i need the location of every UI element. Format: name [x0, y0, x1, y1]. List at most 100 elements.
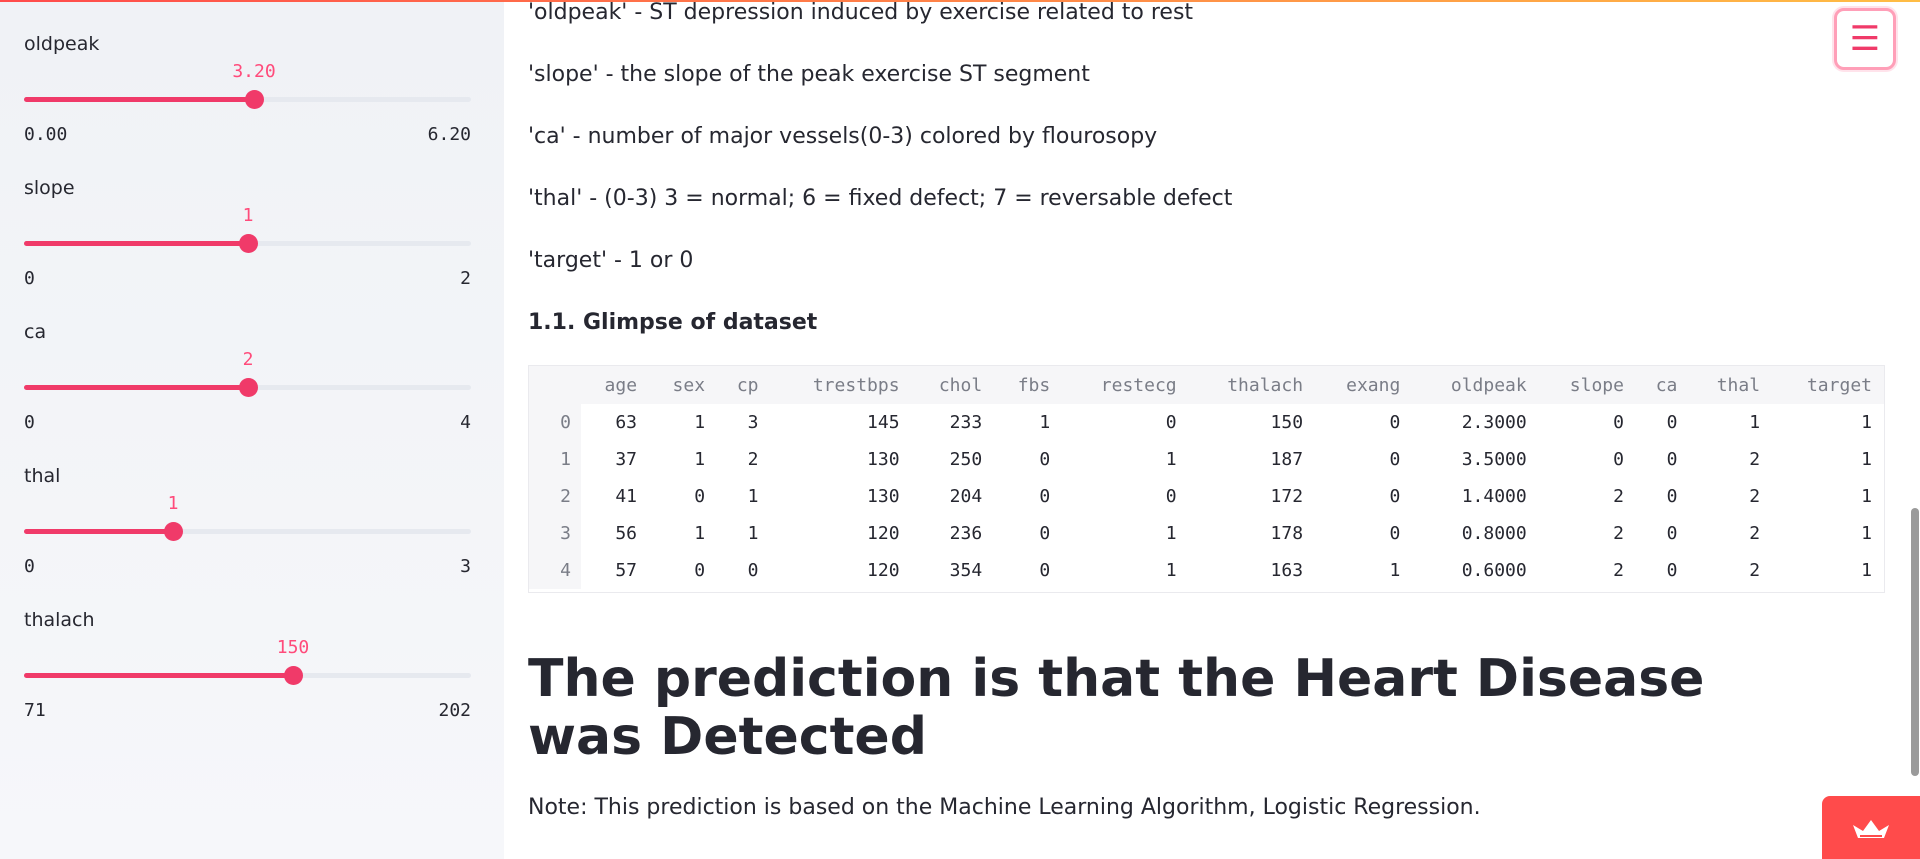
table-cell[interactable]: 0 — [1539, 404, 1636, 441]
column-header[interactable]: ca — [1635, 366, 1690, 404]
table-cell[interactable]: 178 — [1189, 515, 1315, 552]
table-cell[interactable]: 2 — [1689, 515, 1772, 552]
column-header[interactable]: cp — [717, 366, 771, 404]
table-cell[interactable]: 1 — [1315, 552, 1412, 589]
table-cell[interactable]: 130 — [771, 478, 912, 515]
column-header[interactable]: thal — [1689, 366, 1773, 404]
table-cell[interactable]: 0 — [994, 515, 1062, 552]
table-cell[interactable]: 0 — [994, 478, 1062, 515]
slider-thumb[interactable] — [164, 522, 183, 541]
table-cell[interactable]: 145 — [771, 404, 912, 441]
table-cell[interactable]: 163 — [1189, 552, 1315, 589]
column-header[interactable]: chol — [911, 366, 995, 404]
column-header[interactable]: slope — [1538, 366, 1636, 404]
table-cell[interactable]: 0 — [994, 552, 1062, 589]
table-cell[interactable]: 0.6000 — [1412, 552, 1538, 589]
table-cell[interactable]: 2 — [717, 441, 770, 478]
table-cell[interactable]: 0 — [1315, 515, 1412, 552]
table-cell[interactable]: 3 — [717, 404, 770, 441]
table-cell[interactable]: 0 — [1062, 404, 1188, 441]
table-cell[interactable]: 1 — [1062, 552, 1188, 589]
dataset-table[interactable]: age sex cp trestbps chol fbs restecg tha… — [528, 365, 1885, 593]
column-header[interactable]: sex — [649, 366, 718, 404]
table-cell[interactable]: 2 — [1539, 478, 1636, 515]
slider-thalach[interactable]: thalach 150 71 202 — [24, 609, 471, 739]
table-cell[interactable]: 250 — [912, 441, 995, 478]
column-header[interactable]: target — [1772, 366, 1884, 404]
table-cell[interactable]: 0 — [1636, 441, 1689, 478]
streamlit-badge[interactable] — [1822, 796, 1920, 859]
table-cell[interactable]: 187 — [1189, 441, 1315, 478]
table-cell[interactable]: 2 — [1689, 478, 1772, 515]
slider-track[interactable] — [24, 90, 471, 109]
table-cell[interactable]: 1 — [649, 404, 717, 441]
table-cell[interactable]: 56 — [581, 515, 649, 552]
table-cell[interactable]: 1.4000 — [1412, 478, 1538, 515]
slider-oldpeak[interactable]: oldpeak 3.20 0.00 6.20 — [24, 33, 471, 163]
table-cell[interactable]: 0 — [717, 552, 770, 589]
table-cell[interactable]: 120 — [771, 515, 912, 552]
table-cell[interactable]: 1 — [1772, 441, 1884, 478]
slider-track[interactable] — [24, 378, 471, 397]
slider-track[interactable] — [24, 234, 471, 253]
column-header[interactable]: oldpeak — [1412, 366, 1539, 404]
table-cell[interactable]: 0 — [1636, 404, 1689, 441]
column-header[interactable]: thalach — [1188, 366, 1316, 404]
table-cell[interactable]: 0 — [649, 478, 717, 515]
table-cell[interactable]: 1 — [649, 515, 717, 552]
table-cell[interactable]: 1 — [1772, 404, 1884, 441]
table-cell[interactable]: 0 — [1636, 515, 1689, 552]
column-header[interactable]: fbs — [994, 366, 1063, 404]
table-cell[interactable]: 1 — [1772, 552, 1884, 589]
table-cell[interactable]: 0 — [994, 441, 1062, 478]
table-cell[interactable]: 0 — [1315, 478, 1412, 515]
table-cell[interactable]: 2 — [1689, 441, 1772, 478]
column-header[interactable]: restecg — [1062, 366, 1189, 404]
table-cell[interactable]: 1 — [649, 441, 717, 478]
table-cell[interactable]: 57 — [581, 552, 649, 589]
table-cell[interactable]: 1 — [717, 515, 770, 552]
table-cell[interactable]: 0 — [1315, 441, 1412, 478]
table-cell[interactable]: 1 — [1689, 404, 1772, 441]
slider-thumb[interactable] — [239, 378, 258, 397]
table-cell[interactable]: 0 — [1636, 478, 1689, 515]
scrollbar-thumb[interactable] — [1911, 508, 1919, 776]
slider-slope[interactable]: slope 1 0 2 — [24, 177, 471, 307]
main-menu-button[interactable]: ☰ — [1834, 8, 1896, 70]
table-cell[interactable]: 354 — [912, 552, 995, 589]
column-header[interactable]: age — [581, 366, 650, 404]
table-cell[interactable]: 2.3000 — [1412, 404, 1538, 441]
table-cell[interactable]: 2 — [1689, 552, 1772, 589]
table-cell[interactable]: 1 — [1772, 515, 1884, 552]
table-cell[interactable]: 37 — [581, 441, 649, 478]
table-cell[interactable]: 2 — [1539, 515, 1636, 552]
scrollbar[interactable] — [1910, 0, 1920, 859]
table-cell[interactable]: 130 — [771, 441, 912, 478]
table-cell[interactable]: 1 — [1772, 478, 1884, 515]
slider-ca[interactable]: ca 2 0 4 — [24, 321, 471, 451]
table-cell[interactable]: 120 — [771, 552, 912, 589]
slider-track[interactable] — [24, 522, 471, 541]
table-cell[interactable]: 0 — [1636, 552, 1689, 589]
table-cell[interactable]: 1 — [1062, 441, 1188, 478]
table-cell[interactable]: 0 — [1315, 404, 1412, 441]
slider-thumb[interactable] — [284, 666, 303, 685]
slider-thumb[interactable] — [245, 90, 264, 109]
table-cell[interactable]: 0 — [649, 552, 717, 589]
slider-thal[interactable]: thal 1 0 3 — [24, 465, 471, 595]
slider-thumb[interactable] — [239, 234, 258, 253]
table-cell[interactable]: 3.5000 — [1412, 441, 1538, 478]
table-cell[interactable]: 1 — [994, 404, 1062, 441]
table-cell[interactable]: 0 — [1539, 441, 1636, 478]
slider-track[interactable] — [24, 666, 471, 685]
table-cell[interactable]: 204 — [912, 478, 995, 515]
table-cell[interactable]: 0.8000 — [1412, 515, 1538, 552]
table-cell[interactable]: 236 — [912, 515, 995, 552]
table-cell[interactable]: 2 — [1539, 552, 1636, 589]
column-header[interactable]: exang — [1315, 366, 1413, 404]
table-cell[interactable]: 0 — [1062, 478, 1188, 515]
table-cell[interactable]: 172 — [1189, 478, 1315, 515]
table-cell[interactable]: 1 — [1062, 515, 1188, 552]
table-cell[interactable]: 41 — [581, 478, 649, 515]
table-cell[interactable]: 1 — [717, 478, 770, 515]
